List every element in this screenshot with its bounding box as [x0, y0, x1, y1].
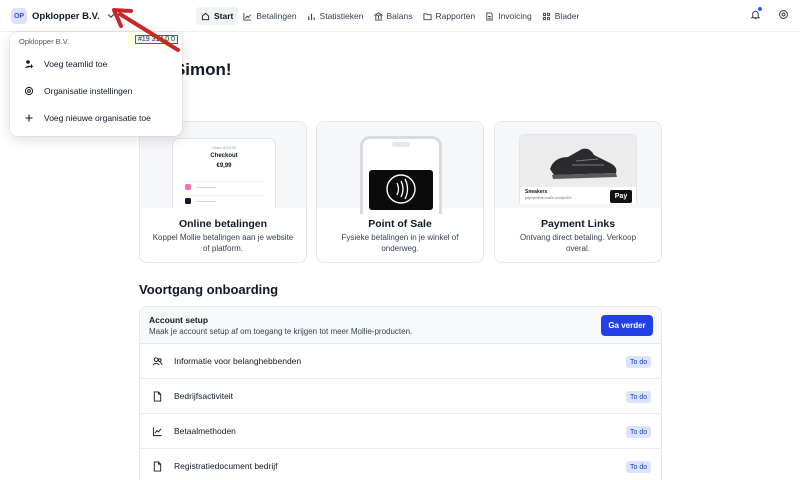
product-name: Sneakers [525, 189, 548, 195]
main-nav: Start Betalingen Statistieken Balans Rap… [196, 7, 584, 25]
terminal-notch [392, 142, 410, 147]
onboarding-row[interactable]: Betaalmethoden To do [140, 414, 661, 449]
ideal-logo-icon [185, 184, 191, 190]
org-switcher[interactable]: OP Opklopper B.V. [9, 6, 117, 26]
people-icon [152, 356, 163, 367]
card-pos-illustration [317, 122, 483, 214]
chevron-down-icon [107, 14, 114, 18]
nav-blader-label: Blader [554, 11, 580, 21]
org-name: Opklopper B.V. [32, 10, 100, 22]
menu-item-label: Voeg nieuwe organisatie toe [44, 113, 151, 123]
settings-icon [24, 86, 34, 96]
status-badge: To do [626, 391, 652, 403]
dropdown-org-name: Opklopper B.V. [19, 37, 70, 46]
nav-invoicing[interactable]: Invoicing [480, 7, 537, 25]
onboarding-row-label: Betaalmethoden [174, 426, 236, 436]
menu-item-add-team-member[interactable]: Voeg teamlid toe [10, 51, 182, 77]
page: OP Opklopper B.V. Start Betalingen Stati… [0, 0, 800, 480]
org-dropdown-menu: Opklopper B.V. #19 314 0 0 Voeg teamlid … [10, 32, 182, 136]
card-description: Ontvang direct betaling. Verkoop overal. [519, 233, 637, 253]
trend-icon [243, 12, 252, 21]
menu-item-add-organisation[interactable]: Voeg nieuwe organisatie toe [10, 105, 182, 131]
checkout-amount: €9,99 [216, 163, 232, 169]
product-url: paymentlink.mollie.com/p/xDh [525, 196, 572, 200]
checkout-method-row [183, 181, 265, 191]
document-icon [152, 461, 163, 472]
terminal-mock [360, 136, 442, 214]
nav-start[interactable]: Start [196, 7, 239, 25]
nav-balans-label: Balans [386, 11, 413, 21]
card-title: Point of Sale [368, 218, 432, 230]
account-setup-header: Account setup Maak je account setup af o… [140, 307, 661, 344]
top-bar: OP Opklopper B.V. Start Betalingen Stati… [0, 0, 800, 32]
card-description: Koppel Mollie betalingen aan je website … [152, 233, 294, 253]
checkout-order-label: Order #00150 [211, 145, 237, 150]
onboarding-row-label: Bedrijfsactiviteit [174, 391, 234, 401]
nav-betalingen[interactable]: Betalingen [238, 7, 301, 25]
document-icon [152, 391, 163, 402]
checkout-method-row [183, 195, 265, 205]
notification-dot [758, 7, 762, 11]
notifications-button[interactable] [748, 7, 762, 21]
home-icon [201, 12, 210, 20]
org-avatar: OP [11, 8, 27, 24]
card-payment-links[interactable]: Sneakers paymentlink.mollie.com/p/xDh Pa… [494, 121, 662, 263]
account-setup-title: Account setup [149, 315, 209, 325]
trend-icon [152, 426, 163, 437]
nav-blader[interactable]: Blader [537, 7, 585, 25]
status-badge: To do [626, 356, 652, 368]
checkout-heading: Checkout [210, 153, 238, 159]
card-title: Payment Links [540, 218, 616, 230]
add-user-icon [24, 59, 34, 69]
settings-button[interactable] [776, 7, 790, 21]
status-badge: To do [626, 426, 652, 438]
nav-balans[interactable]: Balans [369, 7, 418, 25]
onboarding-title: Voortgang onboarding [139, 282, 279, 297]
folder-icon [422, 12, 432, 20]
onboarding-row[interactable]: Informatie voor belanghebbenden To do [140, 344, 661, 379]
onboarding-row[interactable]: Registratiedocument bedrijf To do [140, 449, 661, 480]
status-badge: To do [626, 461, 652, 473]
org-id-badge[interactable]: #19 314 0 0 [135, 35, 178, 44]
bar-chart-icon [307, 13, 315, 20]
nav-betalingen-label: Betalingen [256, 11, 297, 21]
card-description: Fysieke betalingen in je winkel of onder… [341, 233, 459, 253]
checkout-mock: Order #00150 Checkout €9,99 [172, 138, 276, 208]
card-online-betalingen[interactable]: Order #00150 Checkout €9,99 Online betal… [139, 121, 307, 263]
nav-invoicing-label: Invoicing [498, 11, 532, 21]
pay-badge: Pay [610, 190, 632, 203]
document-icon [486, 11, 493, 21]
nav-start-label: Start [214, 11, 234, 21]
sneaker-icon [550, 148, 617, 179]
card-title: Online betalingen [178, 218, 268, 230]
menu-item-label: Voeg teamlid toe [44, 59, 108, 69]
plus-icon [24, 113, 34, 123]
bank-icon [373, 11, 383, 21]
method-placeholder-line [196, 200, 216, 202]
card-links-illustration: Sneakers paymentlink.mollie.com/p/xDh Pa… [495, 122, 661, 208]
nav-statistieken-label: Statistieken [319, 11, 364, 21]
nav-rapporten[interactable]: Rapporten [418, 7, 481, 25]
top-right-actions [748, 7, 790, 21]
onboarding-row[interactable]: Bedrijfsactiviteit To do [140, 379, 661, 414]
menu-item-org-settings[interactable]: Organisatie instellingen [10, 78, 182, 104]
card-logo-icon [185, 198, 191, 204]
onboarding-row-label: Registratiedocument bedrijf [174, 461, 278, 471]
onboarding-panel: Account setup Maak je account setup af o… [139, 306, 662, 480]
grid-icon [542, 12, 550, 20]
account-setup-subtitle: Maak je account setup af om toegang te k… [149, 327, 413, 336]
nav-statistieken[interactable]: Statistieken [302, 7, 369, 25]
sneaker-image [520, 135, 636, 187]
settings-icon [778, 9, 788, 19]
card-point-of-sale[interactable]: Point of Sale Fysieke betalingen in je w… [316, 121, 484, 263]
menu-item-label: Organisatie instellingen [44, 86, 133, 96]
contactless-icon [386, 174, 416, 204]
nav-rapporten-label: Rapporten [435, 11, 476, 21]
terminal-screen [369, 170, 433, 210]
continue-button[interactable]: Ga verder [601, 315, 653, 336]
onboarding-row-label: Informatie voor belanghebbenden [174, 356, 302, 366]
method-placeholder-line [196, 186, 216, 188]
